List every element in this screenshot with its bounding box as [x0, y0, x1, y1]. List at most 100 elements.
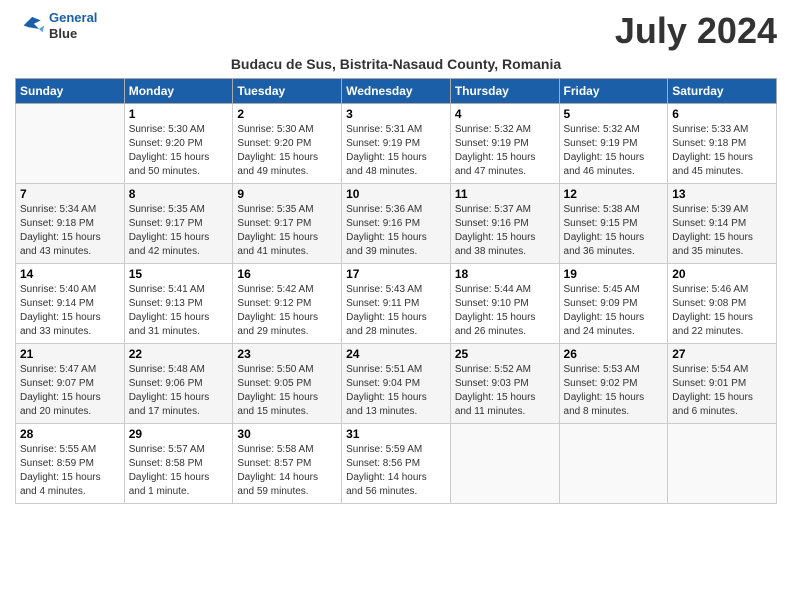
- calendar-cell: 21Sunrise: 5:47 AMSunset: 9:07 PMDayligh…: [16, 344, 125, 424]
- day-number: 6: [672, 107, 772, 121]
- calendar-cell: 5 Sunrise: 5:32 AMSunset: 9:19 PMDaylight…: [559, 104, 668, 184]
- calendar-cell: 7Sunrise: 5:34 AMSunset: 9:18 PMDaylight…: [16, 184, 125, 264]
- month-title: July 2024: [615, 10, 777, 52]
- calendar-cell: 24 Sunrise: 5:51 AMSunset: 9:04 PMDayligh…: [342, 344, 451, 424]
- day-number: 17: [346, 267, 446, 281]
- calendar-cell: 12 Sunrise: 5:38 AMSunset: 9:15 PMDayligh…: [559, 184, 668, 264]
- cell-info: Sunrise: 5:45 AMSunset: 9:09 PMDaylight:…: [564, 283, 664, 339]
- header: General Blue July 2024: [15, 10, 777, 52]
- cell-info: Sunrise: 5:52 AMSunset: 9:03 PMDaylight:…: [455, 363, 555, 419]
- day-number: 13: [672, 187, 772, 201]
- calendar-cell: 20 Sunrise: 5:46 AMSunset: 9:08 PMDayligh…: [668, 264, 777, 344]
- day-number: 12: [564, 187, 664, 201]
- day-header-saturday: Saturday: [668, 79, 777, 104]
- day-number: 22: [129, 347, 229, 361]
- calendar-cell: 27 Sunrise: 5:54 AMSunset: 9:01 PMDayligh…: [668, 344, 777, 424]
- cell-info: Sunrise: 5:51 AMSunset: 9:04 PMDaylight:…: [346, 363, 446, 419]
- cell-info: Sunrise: 5:46 AMSunset: 9:08 PMDaylight:…: [672, 283, 772, 339]
- day-number: 25: [455, 347, 555, 361]
- calendar-cell: 18 Sunrise: 5:44 AMSunset: 9:10 PMDayligh…: [450, 264, 559, 344]
- calendar-cell: 8 Sunrise: 5:35 AMSunset: 9:17 PMDaylight…: [124, 184, 233, 264]
- day-number: 8: [129, 187, 229, 201]
- calendar-cell: 10 Sunrise: 5:36 AMSunset: 9:16 PMDayligh…: [342, 184, 451, 264]
- calendar-cell: [668, 424, 777, 504]
- cell-info: Sunrise: 5:32 AMSunset: 9:19 PMDaylight:…: [564, 123, 664, 179]
- day-number: 11: [455, 187, 555, 201]
- calendar-cell: 26 Sunrise: 5:53 AMSunset: 9:02 PMDayligh…: [559, 344, 668, 424]
- cell-info: Sunrise: 5:55 AMSunset: 8:59 PMDaylight:…: [20, 443, 120, 499]
- cell-info: Sunrise: 5:42 AMSunset: 9:12 PMDaylight:…: [237, 283, 337, 339]
- calendar-cell: 16 Sunrise: 5:42 AMSunset: 9:12 PMDayligh…: [233, 264, 342, 344]
- cell-info: Sunrise: 5:43 AMSunset: 9:11 PMDaylight:…: [346, 283, 446, 339]
- day-number: 21: [20, 347, 120, 361]
- calendar-cell: [559, 424, 668, 504]
- day-header-friday: Friday: [559, 79, 668, 104]
- week-row-3: 14 Sunrise: 5:40 AMSunset: 9:14 PMDayligh…: [16, 264, 777, 344]
- day-number: 27: [672, 347, 772, 361]
- day-number: 10: [346, 187, 446, 201]
- calendar-cell: 30Sunrise: 5:58 AMSunset: 8:57 PMDayligh…: [233, 424, 342, 504]
- cell-info: Sunrise: 5:50 AMSunset: 9:05 PMDaylight:…: [237, 363, 337, 419]
- day-number: 24: [346, 347, 446, 361]
- calendar-cell: 1Sunrise: 5:30 AMSunset: 9:20 PMDaylight…: [124, 104, 233, 184]
- week-row-5: 28 Sunrise: 5:55 AMSunset: 8:59 PMDayligh…: [16, 424, 777, 504]
- calendar-cell: 15Sunrise: 5:41 AMSunset: 9:13 PMDayligh…: [124, 264, 233, 344]
- day-number: 15: [129, 267, 229, 281]
- day-number: 18: [455, 267, 555, 281]
- calendar-cell: 25 Sunrise: 5:52 AMSunset: 9:03 PMDayligh…: [450, 344, 559, 424]
- day-number: 19: [564, 267, 664, 281]
- cell-info: Sunrise: 5:53 AMSunset: 9:02 PMDaylight:…: [564, 363, 664, 419]
- calendar-cell: [450, 424, 559, 504]
- calendar-cell: 14 Sunrise: 5:40 AMSunset: 9:14 PMDayligh…: [16, 264, 125, 344]
- cell-info: Sunrise: 5:59 AMSunset: 8:56 PMDaylight:…: [346, 443, 446, 499]
- day-number: 26: [564, 347, 664, 361]
- day-number: 14: [20, 267, 120, 281]
- calendar-table: SundayMondayTuesdayWednesdayThursdayFrid…: [15, 78, 777, 504]
- calendar-cell: 11 Sunrise: 5:37 AMSunset: 9:16 PMDayligh…: [450, 184, 559, 264]
- week-row-4: 21Sunrise: 5:47 AMSunset: 9:07 PMDayligh…: [16, 344, 777, 424]
- day-header-thursday: Thursday: [450, 79, 559, 104]
- calendar-cell: 9 Sunrise: 5:35 AMSunset: 9:17 PMDaylight…: [233, 184, 342, 264]
- day-number: 31: [346, 427, 446, 441]
- week-row-1: 1Sunrise: 5:30 AMSunset: 9:20 PMDaylight…: [16, 104, 777, 184]
- day-number: 29: [129, 427, 229, 441]
- cell-info: Sunrise: 5:31 AMSunset: 9:19 PMDaylight:…: [346, 123, 446, 179]
- day-header-tuesday: Tuesday: [233, 79, 342, 104]
- cell-info: Sunrise: 5:44 AMSunset: 9:10 PMDaylight:…: [455, 283, 555, 339]
- cell-info: Sunrise: 5:30 AMSunset: 9:20 PMDaylight:…: [237, 123, 337, 179]
- week-row-2: 7Sunrise: 5:34 AMSunset: 9:18 PMDaylight…: [16, 184, 777, 264]
- cell-info: Sunrise: 5:37 AMSunset: 9:16 PMDaylight:…: [455, 203, 555, 259]
- day-number: 23: [237, 347, 337, 361]
- day-number: 7: [20, 187, 120, 201]
- calendar-cell: 6 Sunrise: 5:33 AMSunset: 9:18 PMDaylight…: [668, 104, 777, 184]
- day-number: 9: [237, 187, 337, 201]
- calendar-cell: 2 Sunrise: 5:30 AMSunset: 9:20 PMDaylight…: [233, 104, 342, 184]
- day-number: 30: [237, 427, 337, 441]
- cell-info: Sunrise: 5:54 AMSunset: 9:01 PMDaylight:…: [672, 363, 772, 419]
- day-number: 16: [237, 267, 337, 281]
- calendar-header: SundayMondayTuesdayWednesdayThursdayFrid…: [16, 79, 777, 104]
- cell-info: Sunrise: 5:57 AMSunset: 8:58 PMDaylight:…: [129, 443, 229, 499]
- logo-icon: [15, 13, 45, 38]
- day-number: 20: [672, 267, 772, 281]
- cell-info: Sunrise: 5:40 AMSunset: 9:14 PMDaylight:…: [20, 283, 120, 339]
- day-number: 4: [455, 107, 555, 121]
- day-number: 28: [20, 427, 120, 441]
- cell-info: Sunrise: 5:35 AMSunset: 9:17 PMDaylight:…: [237, 203, 337, 259]
- logo: General Blue: [15, 10, 97, 41]
- cell-info: Sunrise: 5:36 AMSunset: 9:16 PMDaylight:…: [346, 203, 446, 259]
- day-header-monday: Monday: [124, 79, 233, 104]
- calendar-cell: 13Sunrise: 5:39 AMSunset: 9:14 PMDayligh…: [668, 184, 777, 264]
- calendar-cell: 22 Sunrise: 5:48 AMSunset: 9:06 PMDayligh…: [124, 344, 233, 424]
- calendar-cell: 29 Sunrise: 5:57 AMSunset: 8:58 PMDayligh…: [124, 424, 233, 504]
- cell-info: Sunrise: 5:38 AMSunset: 9:15 PMDaylight:…: [564, 203, 664, 259]
- day-number: 5: [564, 107, 664, 121]
- day-number: 2: [237, 107, 337, 121]
- cell-info: Sunrise: 5:30 AMSunset: 9:20 PMDaylight:…: [129, 123, 229, 179]
- day-header-wednesday: Wednesday: [342, 79, 451, 104]
- cell-info: Sunrise: 5:33 AMSunset: 9:18 PMDaylight:…: [672, 123, 772, 179]
- calendar-cell: 4Sunrise: 5:32 AMSunset: 9:19 PMDaylight…: [450, 104, 559, 184]
- cell-info: Sunrise: 5:35 AMSunset: 9:17 PMDaylight:…: [129, 203, 229, 259]
- day-header-sunday: Sunday: [16, 79, 125, 104]
- cell-info: Sunrise: 5:48 AMSunset: 9:06 PMDaylight:…: [129, 363, 229, 419]
